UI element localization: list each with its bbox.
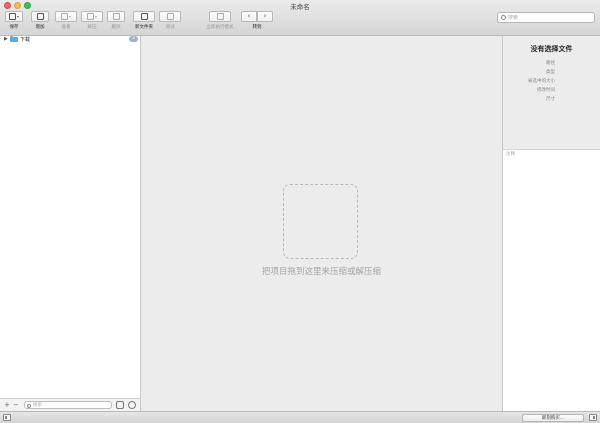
chevron-down-icon: ▾: [16, 14, 19, 19]
toolbar: 未命名 ▾ 保存 增加 ▾ 查看 ▾ 解压 删除 新文件夹 测试 立即执行模式 …: [0, 0, 600, 36]
sort-icon[interactable]: [116, 401, 124, 409]
search-icon: [501, 15, 506, 20]
navigate-control: ‹ › 转到: [241, 11, 273, 33]
save-button[interactable]: ▾ 保存: [5, 11, 23, 33]
info-panel: 没有选择文件 路径 类型 被选中的大小 修改时间 尺寸: [502, 36, 600, 149]
run-now-mode-button[interactable]: 立即执行模式: [207, 11, 234, 33]
app-window: 未命名 ▾ 保存 增加 ▾ 查看 ▾ 解压 删除 新文件夹 测试 立即执行模式 …: [0, 0, 600, 423]
remove-location-button[interactable]: −: [13, 401, 19, 409]
extract-button[interactable]: ▾ 解压: [81, 11, 103, 33]
chevron-down-icon: ▾: [94, 14, 97, 19]
add-files-icon: [36, 13, 44, 20]
modified-time-label: 修改时间: [537, 88, 555, 93]
sidebar-item-label: 下载: [20, 37, 31, 43]
search-field[interactable]: [497, 12, 595, 23]
window-title: 未命名: [290, 3, 310, 11]
folder-icon: [10, 36, 18, 42]
sidebar: ▶ 下载 2: [0, 36, 141, 398]
extract-icon: [86, 13, 94, 20]
info-title: 没有选择文件: [530, 45, 573, 53]
view-button[interactable]: ▾ 查看: [55, 11, 77, 33]
forward-button[interactable]: ›: [257, 11, 273, 22]
back-button[interactable]: ‹: [241, 11, 257, 22]
notes-field[interactable]: 注释: [502, 149, 600, 411]
buy-now-button[interactable]: 即刻购买...: [522, 414, 584, 422]
drop-zone[interactable]: 把项目拖到这里来压缩或解压缩: [141, 36, 502, 411]
sidebar-item-downloads[interactable]: ▶ 下载 2: [0, 36, 140, 43]
drop-target-box: [283, 184, 358, 259]
type-label: 类型: [546, 70, 555, 75]
toggle-sidebar-button[interactable]: [3, 414, 11, 421]
settings-icon[interactable]: [128, 401, 136, 409]
sidebar-search-input[interactable]: [33, 402, 111, 409]
chevron-down-icon: ▾: [68, 14, 71, 19]
dimensions-label: 尺寸: [546, 97, 555, 102]
lightning-icon: [216, 13, 224, 20]
test-label: 测试: [165, 25, 175, 30]
new-folder-button[interactable]: 新文件夹: [133, 11, 155, 33]
trash-icon: [112, 13, 120, 20]
selected-size-label: 被选中的大小: [528, 79, 555, 84]
add-button[interactable]: 增加: [31, 11, 49, 33]
add-location-button[interactable]: +: [4, 401, 10, 409]
test-button[interactable]: 测试: [159, 11, 181, 33]
chevron-left-icon: ‹: [247, 12, 251, 20]
navigate-label: 转到: [252, 25, 262, 30]
new-folder-icon: [140, 13, 148, 20]
search-input[interactable]: [508, 14, 592, 22]
status-bar: 即刻购买...: [0, 411, 600, 423]
view-icon: [60, 13, 68, 20]
sidebar-item-count-badge: 2: [129, 36, 138, 42]
chevron-right-icon: ›: [263, 12, 267, 20]
path-label: 路径: [546, 61, 555, 66]
drop-hint-text: 把项目拖到这里来压缩或解压缩: [261, 267, 381, 277]
run-now-mode-label: 立即执行模式: [206, 25, 234, 30]
disclosure-triangle-icon[interactable]: ▶: [4, 36, 8, 42]
save-icon: [8, 13, 16, 20]
toggle-info-panel-button[interactable]: [589, 414, 597, 421]
delete-button[interactable]: 删除: [107, 11, 125, 33]
sidebar-search-field[interactable]: [24, 401, 112, 409]
search-icon: [27, 403, 31, 408]
notes-placeholder: 注释: [506, 152, 515, 157]
checkmark-icon: [166, 13, 174, 20]
sidebar-footer: + −: [0, 398, 141, 411]
